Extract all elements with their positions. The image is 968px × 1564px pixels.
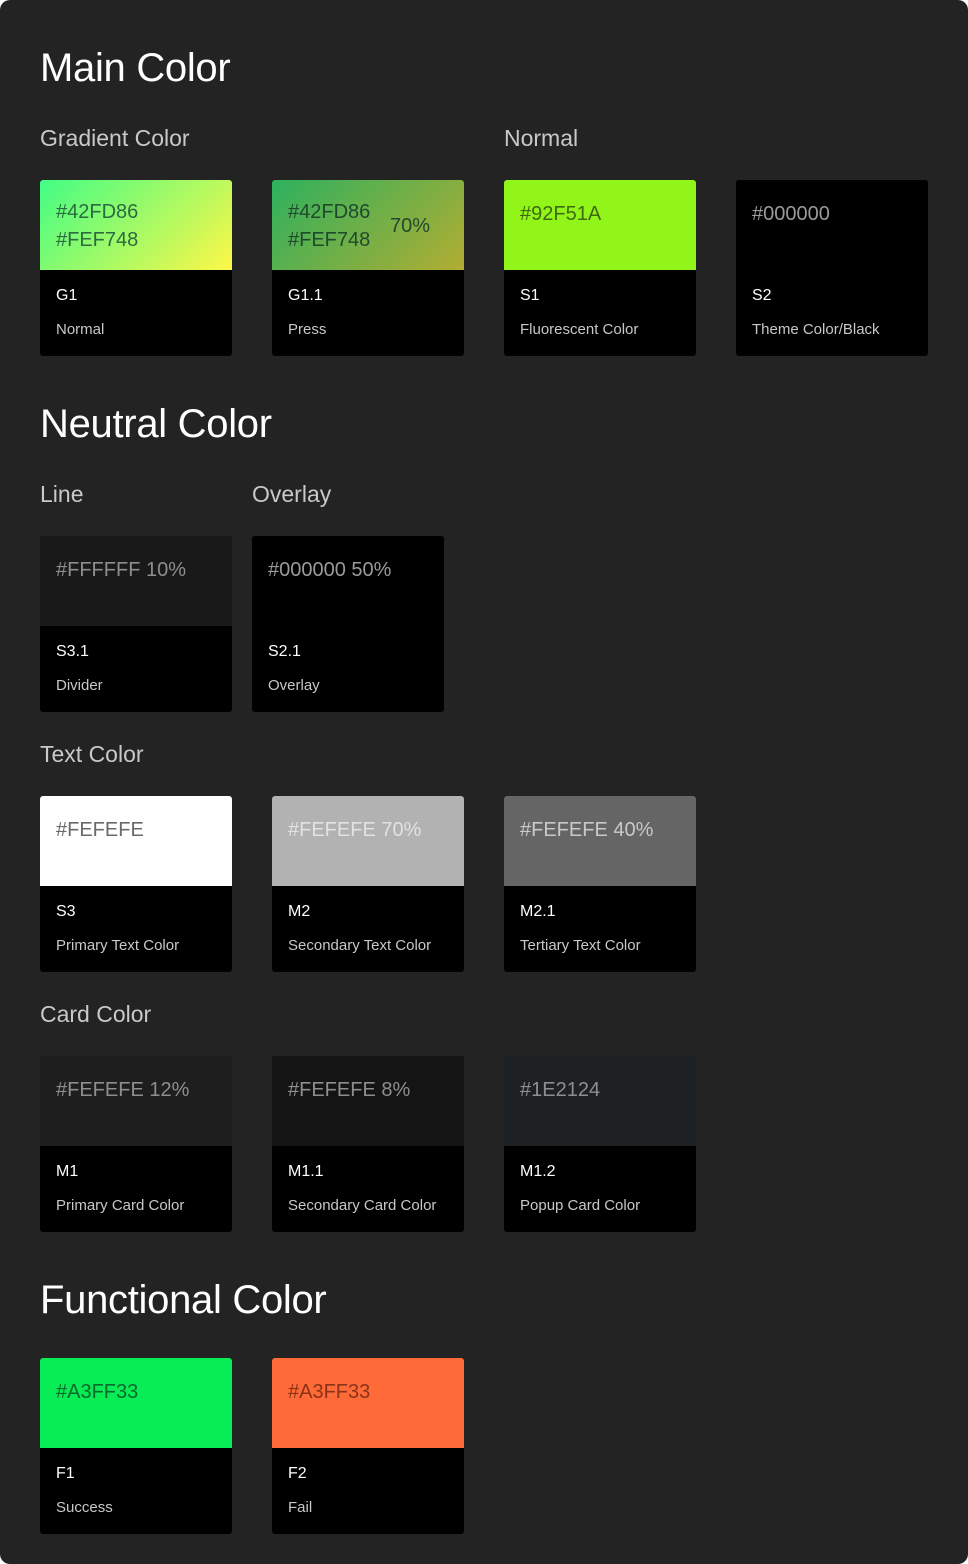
color-card-f1: #A3FF33 F1 Success (40, 1358, 232, 1534)
color-card-s1: #92F51A S1 Fluorescent Color (504, 180, 696, 356)
swatch-m1-2: #1E2124 (504, 1056, 696, 1146)
color-card-g1-1: #42FD86 #FEF748 70% G1.1 Press (272, 180, 464, 356)
color-label: Secondary Card Color (288, 1197, 437, 1214)
functional-color-title: Functional Color (40, 1278, 327, 1322)
color-label: Primary Card Color (56, 1197, 185, 1214)
swatch-m2: #FEFEFE 70% (272, 796, 464, 886)
hex-value: #A3FF33 (56, 1381, 139, 1403)
color-code: M2.1 (520, 903, 556, 920)
swatch-s2-1: #000000 50% (252, 536, 444, 626)
color-label: Fail (288, 1499, 313, 1516)
color-code: M1 (56, 1163, 79, 1180)
color-label: Divider (56, 677, 103, 694)
opacity-percent: 70% (390, 215, 431, 237)
hex-value: #FEFEFE 12% (56, 1079, 190, 1101)
swatch-f1: #A3FF33 (40, 1358, 232, 1448)
color-code: S3.1 (56, 643, 89, 660)
color-card-s3-1: #FFFFFF 10% S3.1 Divider (40, 536, 232, 712)
color-card-m2-1: #FEFEFE 40% M2.1 Tertiary Text Color (504, 796, 696, 972)
hex-value: #000000 50% (268, 559, 392, 581)
color-card-g1: #42FD86 #FEF748 G1 Normal (40, 180, 232, 356)
color-card-s3: #FEFEFE S3 Primary Text Color (40, 796, 232, 972)
hex-value: #FEFEFE 40% (520, 819, 654, 841)
color-card-m1-1: #FEFEFE 8% M1.1 Secondary Card Color (272, 1056, 464, 1232)
color-label: Primary Text Color (56, 937, 180, 954)
color-code: F1 (56, 1465, 75, 1482)
swatch-s2: #000000 (736, 180, 928, 270)
swatch-m1: #FEFEFE 12% (40, 1056, 232, 1146)
swatch-s1: #92F51A (504, 180, 696, 270)
color-code: S1 (520, 287, 540, 304)
hex-value: #FFFFFF 10% (56, 559, 187, 581)
hex-value: #42FD86 (288, 201, 371, 223)
color-code: S2.1 (268, 643, 301, 660)
overlay-heading: Overlay (252, 481, 332, 507)
color-code: G1 (56, 287, 78, 304)
neutral-color-title: Neutral Color (40, 402, 272, 446)
card-color-heading: Card Color (40, 1001, 152, 1027)
hex-value: #1E2124 (520, 1079, 601, 1101)
color-label: Popup Card Color (520, 1197, 641, 1214)
hex-value: #42FD86 (56, 201, 139, 223)
color-label: Theme Color/Black (752, 321, 880, 338)
color-code: S2 (752, 287, 772, 304)
hex-value: #FEFEFE 8% (288, 1079, 411, 1101)
hex-value-secondary: #FEF748 (56, 229, 139, 251)
color-code: G1.1 (288, 287, 323, 304)
swatch-f2: #A3FF33 (272, 1358, 464, 1448)
hex-value-secondary: #FEF748 (288, 229, 371, 251)
hex-value: #000000 (752, 203, 830, 225)
color-card-m1: #FEFEFE 12% M1 Primary Card Color (40, 1056, 232, 1232)
color-code: M2 (288, 903, 311, 920)
color-label: Secondary Text Color (288, 937, 432, 954)
color-label: Fluorescent Color (520, 321, 639, 338)
hex-value: #92F51A (520, 203, 602, 225)
color-card-s2-1: #000000 50% S2.1 Overlay (252, 536, 444, 712)
main-color-title: Main Color (40, 46, 231, 90)
swatch-m2-1: #FEFEFE 40% (504, 796, 696, 886)
color-label: Normal (56, 321, 105, 338)
color-code: F2 (288, 1465, 307, 1482)
color-card-m1-2: #1E2124 M1.2 Popup Card Color (504, 1056, 696, 1232)
color-palette-page: Main Color Gradient Color Normal #42FD86… (0, 0, 968, 1564)
swatch-s3: #FEFEFE (40, 796, 232, 886)
text-color-heading: Text Color (40, 741, 144, 767)
swatch-g1-1: #42FD86 #FEF748 70% (272, 180, 464, 270)
line-heading: Line (40, 481, 84, 507)
swatch-m1-1: #FEFEFE 8% (272, 1056, 464, 1146)
color-label: Tertiary Text Color (520, 937, 641, 954)
hex-value: #FEFEFE 70% (288, 819, 422, 841)
hex-value: #A3FF33 (288, 1381, 371, 1403)
color-code: M1.1 (288, 1163, 324, 1180)
normal-heading: Normal (504, 125, 579, 151)
swatch-g1: #42FD86 #FEF748 (40, 180, 232, 270)
color-card-m2: #FEFEFE 70% M2 Secondary Text Color (272, 796, 464, 972)
color-code: M1.2 (520, 1163, 556, 1180)
color-card-f2: #A3FF33 F2 Fail (272, 1358, 464, 1534)
color-code: S3 (56, 903, 76, 920)
color-label: Press (288, 321, 327, 338)
color-label: Overlay (268, 677, 320, 694)
swatch-s3-1: #FFFFFF 10% (40, 536, 232, 626)
hex-value: #FEFEFE (56, 819, 144, 841)
gradient-color-heading: Gradient Color (40, 125, 190, 151)
color-label: Success (56, 1499, 113, 1516)
color-card-s2: #000000 S2 Theme Color/Black (736, 180, 928, 356)
